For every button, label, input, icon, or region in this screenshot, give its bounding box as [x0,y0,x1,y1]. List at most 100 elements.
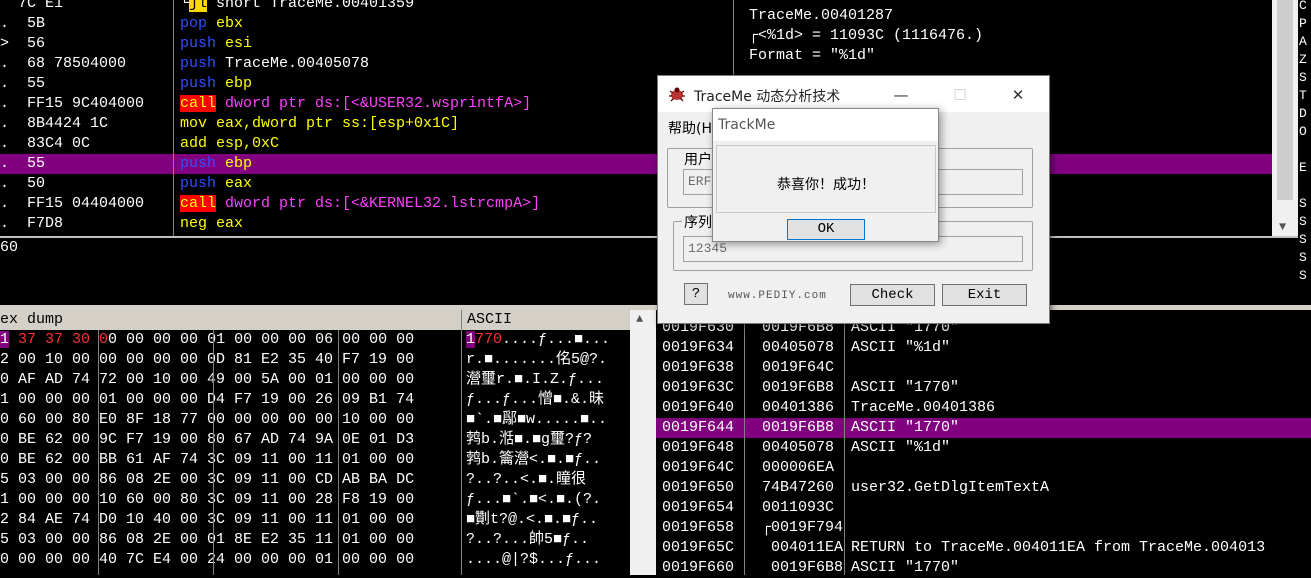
stack-row[interactable]: 0019F64C 000006EA [656,458,1311,478]
flag-label: S [1299,214,1307,229]
hex-dump-header: ex dump ASCII [0,310,630,330]
header-separator [461,310,462,330]
hex-row[interactable]: 0 BE 62 00 9C F7 19 00 80 67 AD 74 9A 0E… [0,430,630,450]
pediy-url: www.PEDIY.com [728,290,827,302]
stack-pane[interactable]: 0019F62C0019F6B8ASCII "1770"0019F6300019… [656,299,1311,578]
stack-value: 0019F6B8 [762,379,835,396]
disasm-bytes: . 68 78504000 [0,55,127,72]
stack-address: 0019F654 [662,499,735,516]
scroll-up-arrow-icon[interactable]: ▲ [636,312,643,326]
hex-column-header[interactable]: ex dump [0,310,63,330]
disasm-scrollbar[interactable]: ▼ [1272,0,1298,236]
exit-button[interactable]: Exit [942,284,1027,306]
hex-changed-bytes: 37 37 30 0 [9,331,109,348]
hex-bytes: 1 00 00 00 10 60 00 80 3C 09 11 00 28 F8… [0,491,415,508]
ascii-text: ƒ...ƒ...憎■.&.昧 [466,391,605,408]
hex-bytes: 0 60 00 80 E0 8F 18 77 00 00 00 00 00 10… [0,411,415,428]
ok-button[interactable]: OK [787,219,865,240]
stack-row[interactable]: 0019F65C 004011EA RETURN to TraceMe.00401… [656,538,1311,558]
disasm-instruction: └jl short TraceMe.00401359 [180,0,414,14]
comment-line: TraceMe.00401287 [749,7,894,24]
disasm-bytes: > 56 [0,35,46,52]
operand: eax,dword ptr ss:[esp+0x1C] [207,115,460,132]
opcode: add [180,135,208,152]
stack-address: 0019F660 [662,559,735,576]
ascii-changed: 770 [475,331,503,348]
info-line: 60 [0,239,19,256]
message-area: 恭喜你！成功！ [716,145,936,213]
stack-address: 0019F650 [662,479,735,496]
ascii-text: 瀯璽r.■.I.Z.ƒ... [466,371,605,388]
stack-row[interactable]: 0019F658 ┌0019F794 [656,518,1311,538]
disasm-instruction: push eax [180,174,252,194]
stack-row[interactable]: 0019F650 74B47260 user32.GetDlgItemTextA [656,478,1311,498]
hex-row[interactable]: 2 84 AE 74 D0 10 40 00 3C 09 11 00 11 01… [0,510,630,530]
hex-row[interactable]: 5 03 00 00 86 08 2E 00 01 8E E2 35 11 01… [0,530,630,550]
disasm-instruction: neg eax [180,214,243,234]
disasm-instruction: push esi [180,34,252,54]
hex-row[interactable]: 0 00 00 00 40 7C E4 00 24 00 00 00 01 00… [0,550,630,570]
stack-address: 0019F638 [662,359,735,376]
stack-row[interactable]: 0019F640 00401386 TraceMe.00401386 [656,398,1311,418]
disasm-bytes: . 50 [0,175,46,192]
stack-value: ┌0019F794 [762,519,844,536]
hex-row[interactable]: 0 60 00 80 E0 8F 18 77 00 00 00 00 00 10… [0,410,630,430]
ascii-highlight: 1 [466,331,476,348]
maximize-button[interactable]: ☐ [940,82,980,108]
dialog-titlebar[interactable]: TraceMe 动态分析技术 — ☐ ✕ [658,76,1049,112]
check-button[interactable]: Check [850,284,935,306]
operand: short TraceMe.00401359 [207,0,415,12]
disasm-bytes: . 55 [0,155,46,172]
hex-row[interactable]: 1 00 00 00 10 60 00 80 3C 09 11 00 28 F8… [0,490,630,510]
stack-row[interactable]: 0019F644 0019F6B8 ASCII "1770" [656,418,1311,438]
stack-row[interactable]: 0019F654 0011093C [656,498,1311,518]
disasm-instruction: call dword ptr ds:[<&KERNEL32.lstrcmpA>] [180,194,540,214]
flag-label: S [1299,250,1307,265]
disasm-bytes: 7C E1 [0,0,64,12]
hex-row[interactable]: 5 03 00 00 86 08 2E 00 3C 09 11 00 CD AB… [0,470,630,490]
scrollbar-thumb[interactable] [1277,0,1293,200]
hex-row[interactable]: 1 37 37 30 00 00 00 00 01 00 00 00 06 00… [0,330,630,350]
stack-value: 00405078 [762,439,835,456]
trackme-message-box[interactable]: TrackMe 恭喜你！成功！ OK [712,108,939,242]
stack-value: 0019F6B8 [762,559,844,576]
flag-label: Z [1299,52,1307,67]
stack-row[interactable]: 0019F660 0019F6B8 ASCII "1770" [656,558,1311,578]
menu-help[interactable]: 帮助(H) [668,118,717,138]
ascii-column-header[interactable]: ASCII [467,310,512,330]
hex-row[interactable]: 2 00 10 00 00 00 00 00 0D 81 E2 35 40 F7… [0,350,630,370]
hex-row[interactable]: 1 00 00 00 01 00 00 00 D4 F7 19 00 26 09… [0,390,630,410]
hex-dump-pane[interactable]: 1 37 37 30 00 00 00 00 01 00 00 00 06 00… [0,330,630,575]
stack-row[interactable]: 0019F638 0019F64C [656,358,1311,378]
disasm-bytes: . 5B [0,15,46,32]
scroll-down-arrow-icon[interactable]: ▼ [1279,220,1286,234]
stack-value: 74B47260 [762,479,835,496]
message-titlebar[interactable]: TrackMe [713,109,938,141]
success-message: 恭喜你！成功！ [777,177,875,193]
hex-row[interactable]: 0 AF AD 74 72 00 10 00 49 00 5A 00 01 00… [0,370,630,390]
hex-bytes: 0 BE 62 00 9C F7 19 00 80 67 AD 74 9A 0E… [0,431,415,448]
hex-rest: 0 00 00 00 01 00 00 00 06 00 00 00 [108,331,415,348]
disasm-instruction: push ebp [180,74,252,94]
hex-bytes: 1 37 37 30 00 00 00 00 01 00 00 00 06 00… [0,330,414,350]
stack-comment: ASCII "1770" [851,559,960,576]
stack-comment: ASCII "%1d" [851,439,951,456]
stack-column-separator [744,310,745,575]
stack-row[interactable]: 0019F634 00405078 ASCII "%1d" [656,338,1311,358]
pane-divider[interactable] [0,236,1298,238]
flag-label: S [1299,196,1307,211]
help-button[interactable]: ? [684,283,708,305]
close-button[interactable]: ✕ [998,82,1038,108]
hex-scrollbar[interactable]: ▲ [630,310,656,575]
comment-line: Format = "%1d" [749,47,876,64]
hex-row[interactable]: 0 BE 62 00 BB 61 AF 74 3C 09 11 00 11 01… [0,450,630,470]
stack-row[interactable]: 0019F63C 0019F6B8 ASCII "1770" [656,378,1311,398]
flag-label: S [1299,268,1307,283]
stack-address: 0019F648 [662,439,735,456]
flag-label: S [1299,70,1307,85]
stack-row[interactable]: 0019F648 00405078 ASCII "%1d" [656,438,1311,458]
opcode: push [180,35,217,52]
disasm-bytes: . FF15 9C404000 [0,95,145,112]
stack-address: 0019F65C [662,539,735,556]
minimize-button[interactable]: — [881,82,921,108]
